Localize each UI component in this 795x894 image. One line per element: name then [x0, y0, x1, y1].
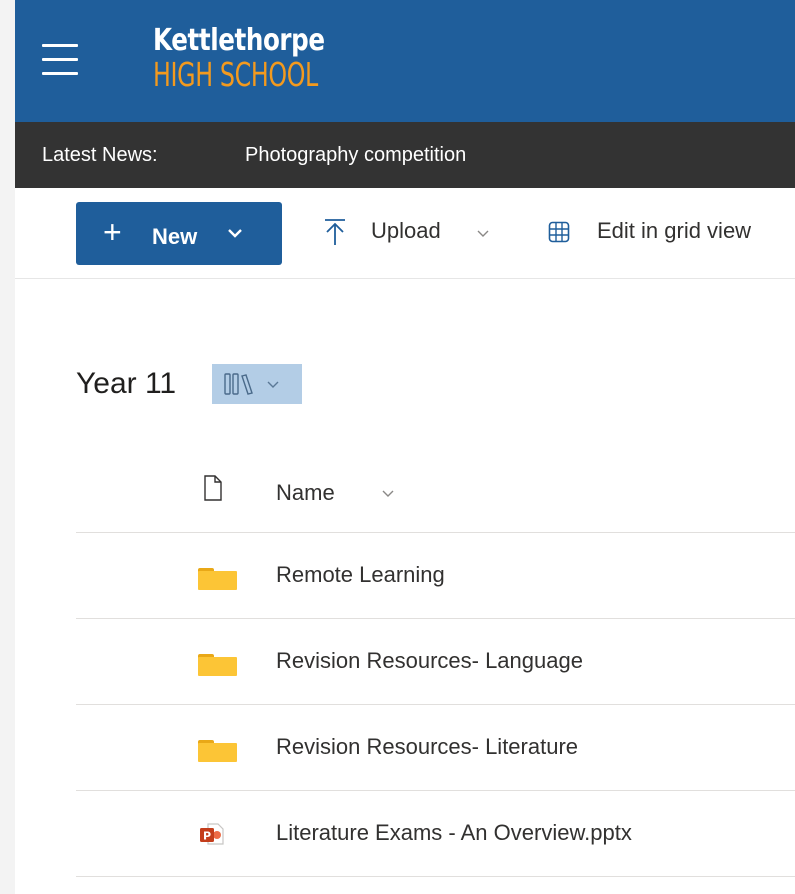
folder-icon — [198, 740, 237, 762]
library-view-button[interactable] — [212, 364, 302, 404]
new-button[interactable]: + New — [76, 202, 282, 265]
list-item[interactable]: Revision Resources- Literature — [76, 705, 795, 791]
news-bar: Latest News: Photography competition — [15, 122, 795, 188]
upload-icon[interactable] — [322, 218, 348, 246]
school-logo[interactable]: Kettlethorpe HIGH SCHOOL — [153, 26, 382, 94]
hamburger-menu-icon[interactable] — [42, 44, 78, 76]
folder-icon — [198, 568, 237, 590]
site-header: Kettlethorpe HIGH SCHOOL — [15, 0, 795, 122]
upload-button[interactable]: Upload — [371, 218, 441, 244]
chevron-down-icon — [228, 229, 242, 238]
list-item-name[interactable]: Remote Learning — [276, 562, 445, 588]
logo-line-2: HIGH SCHOOL — [153, 55, 318, 94]
list-item-name[interactable]: Revision Resources- Language — [276, 648, 583, 674]
news-item-link[interactable]: Photography competition — [245, 144, 466, 167]
library-title: Year 11 — [76, 367, 177, 400]
name-column-header[interactable]: Name — [276, 480, 335, 506]
chevron-down-icon — [267, 381, 279, 388]
list-item-name[interactable]: Revision Resources- Literature — [276, 734, 578, 760]
list-header: Name — [76, 448, 795, 533]
edit-grid-view-button[interactable]: Edit in grid view — [597, 218, 751, 244]
folder-icon — [198, 654, 237, 676]
list-item[interactable]: Revision Resources- Language — [76, 619, 795, 705]
library-icon — [224, 373, 253, 395]
list-item-name[interactable]: Literature Exams - An Overview.pptx — [276, 820, 632, 846]
command-bar: + New Upload Edit in grid view — [15, 188, 795, 279]
app-frame: Kettlethorpe HIGH SCHOOL Latest News: Ph… — [15, 0, 795, 894]
grid-view-icon[interactable] — [548, 221, 570, 243]
file-list: Name Remote Learning Revision Resources-… — [76, 448, 795, 877]
file-type-icon — [204, 475, 222, 501]
news-label: Latest News: — [42, 144, 158, 166]
chevron-down-icon[interactable] — [381, 489, 395, 499]
chevron-down-icon[interactable] — [476, 229, 490, 239]
svg-text:P: P — [203, 830, 211, 843]
powerpoint-icon: P — [200, 823, 224, 845]
list-item[interactable]: P Literature Exams - An Overview.pptx — [76, 791, 795, 877]
list-item[interactable]: Remote Learning — [76, 533, 795, 619]
plus-icon: + — [103, 214, 122, 250]
new-button-label: New — [152, 224, 198, 249]
